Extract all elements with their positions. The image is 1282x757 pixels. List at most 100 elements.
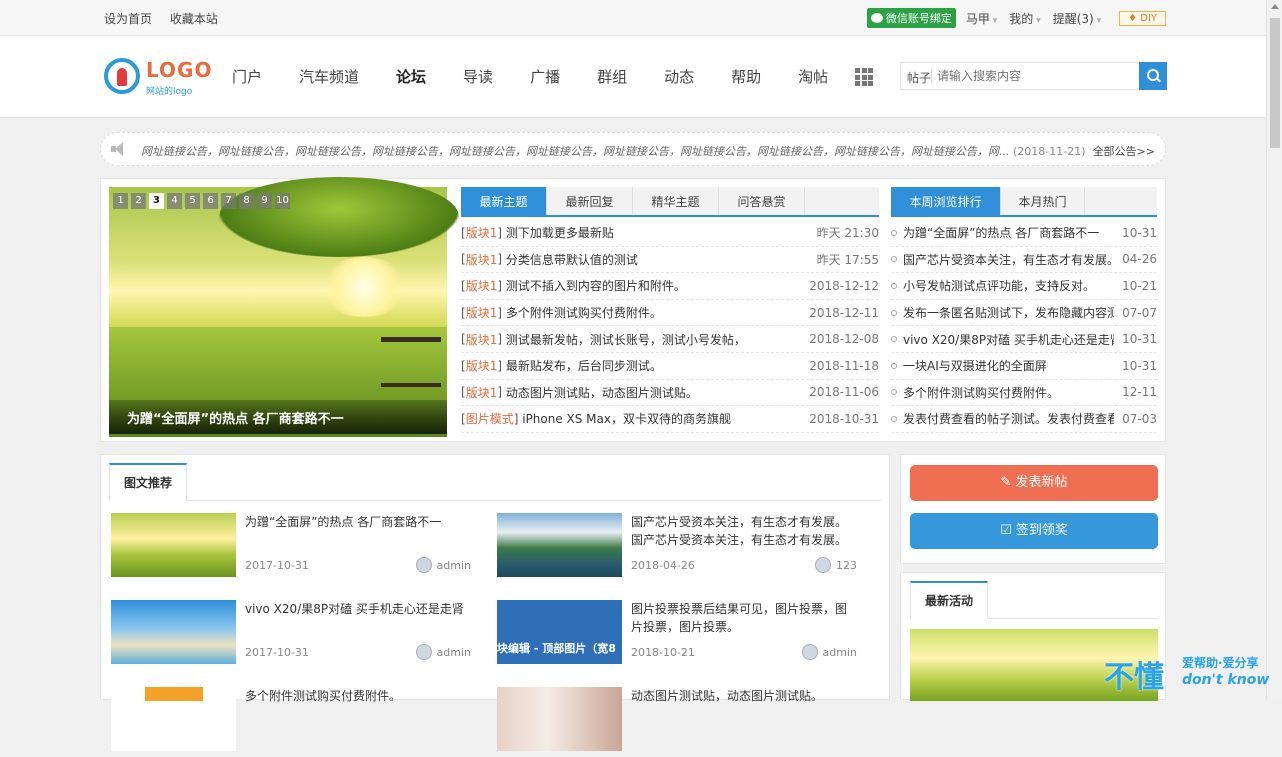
topic-row[interactable]: [图片模式] iPhone XS Max，双卡双待的商务旗舰 2018-10-31 [461,406,879,433]
tab-weekly-ranking[interactable]: 本周浏览排行 [891,187,1001,215]
slider-page[interactable]: 2 [131,193,146,209]
nav-item-guide[interactable]: 导读 [463,66,493,87]
slider-page-active[interactable]: 3 [149,193,164,209]
topic-forum-tag[interactable]: 图片模式 [466,410,514,427]
recommend-item[interactable]: 块编辑 - 顶部图片（宽8 图片投票投票后结果可见，图片投票，图片投票，图片投票… [497,600,857,670]
page-scrollbar[interactable] [1266,0,1282,700]
topic-row[interactable]: [版块1] 多个附件测试购买付费附件。 2018-12-11 [461,300,879,327]
recommend-thumbnail[interactable] [145,687,203,701]
nav-item-help[interactable]: 帮助 [731,66,761,87]
recommend-thumbnail[interactable] [497,513,622,577]
ranking-row[interactable]: 发布一条匿名贴测试下，发布隐藏内容测 07-07 [891,300,1157,327]
topic-forum-tag[interactable]: 版块1 [466,331,498,348]
topic-title[interactable]: iPhone XS Max，双卡双待的商务旗舰 [522,410,801,427]
topic-forum-tag[interactable]: 版块1 [466,304,498,321]
ranking-title[interactable]: 小号发帖测试点评功能，支持反对。 [903,277,1114,294]
ranking-title[interactable]: 一块AI与双摄进化的全面屏 [903,357,1114,374]
search-type-label[interactable]: 帖子 [907,69,931,86]
ranking-title[interactable]: 发表付费查看的帖子测试。发表付费查看 [903,410,1114,427]
ranking-title[interactable]: 多个附件测试购买付费附件。 [903,384,1114,401]
slider-page[interactable]: 4 [167,193,182,209]
topic-title[interactable]: 多个附件测试购买付费附件。 [506,304,801,321]
topic-row[interactable]: [版块1] 最新贴发布，后台同步测试。 2018-11-18 [461,353,879,380]
ranking-title[interactable]: 国产芯片受资本关注，有生态才有发展。 [903,251,1114,268]
recommend-item[interactable]: 多个附件测试购买付费附件。 [111,687,471,757]
tab-monthly-hot[interactable]: 本月热门 [1001,187,1085,215]
diy-button[interactable]: ♦ DIY [1119,10,1166,26]
recommend-title[interactable]: 为蹭“全面屏”的热点 各厂商套路不一 [245,513,465,531]
scroll-up-icon[interactable] [1271,4,1279,9]
slide-caption[interactable]: 为蹭“全面屏”的热点 各厂商套路不一 [109,400,447,434]
topic-row[interactable]: [版块1] 测试最新发帖，测试长账号，测试小号发帖， 2018-12-08 [461,326,879,353]
set-home-link[interactable]: 设为首页 [104,12,152,26]
recommend-thumbnail[interactable] [497,687,622,751]
nav-item-groups[interactable]: 群组 [597,66,627,87]
topic-title[interactable]: 测下加载更多最新贴 [506,224,809,241]
tab-latest-activity[interactable]: 最新活动 [910,581,988,619]
wechat-bind-button[interactable]: 微信账号绑定 [866,8,956,28]
ranking-title[interactable]: 为蹭“全面屏”的热点 各厂商套路不一 [903,224,1114,241]
scrollbar-thumb[interactable] [1270,18,1280,148]
nav-item-broadcast[interactable]: 广播 [530,66,560,87]
topic-forum-tag[interactable]: 版块1 [466,357,498,374]
ranking-row[interactable]: 发表付费查看的帖子测试。发表付费查看 07-03 [891,406,1157,433]
recommend-author[interactable]: admin [801,644,857,660]
ranking-title[interactable]: 发布一条匿名贴测试下，发布隐藏内容测 [903,304,1114,321]
ranking-title[interactable]: vivo X20/果8P对磕 买手机走心还是走肾 [903,331,1114,348]
topic-row[interactable]: [版块1] 测下加载更多最新贴 昨天 21:30 [461,220,879,247]
remind-menu[interactable]: 提醒(3) [1053,10,1101,27]
recommend-title[interactable]: 动态图片测试贴，动态图片测试贴。 [631,687,851,705]
nav-item-collection[interactable]: 淘帖 [798,66,828,87]
bookmark-link[interactable]: 收藏本站 [170,12,218,26]
new-post-button[interactable]: ✎ 发表新帖 [910,465,1158,501]
topic-forum-tag[interactable]: 版块1 [466,384,498,401]
topic-forum-tag[interactable]: 版块1 [466,224,498,241]
sign-in-button[interactable]: ☑ 签到领奖 [910,513,1158,549]
recommend-author[interactable]: 123 [815,557,857,573]
ranking-row[interactable]: 小号发帖测试点评功能，支持反对。 10-21 [891,273,1157,300]
recommend-thumbnail[interactable] [111,600,236,664]
topic-title[interactable]: 分类信息带默认值的测试 [506,251,809,268]
slider-page[interactable]: 10 [275,193,290,209]
slider-page[interactable]: 1 [113,193,128,209]
recommend-title[interactable]: 国产芯片受资本关注，有生态才有发展。国产芯片受资本关注，有生态才有发展。 [631,513,851,549]
user-menu[interactable]: 马甲 [966,10,997,27]
slider-page[interactable]: 8 [239,193,254,209]
all-announcements-link[interactable]: 全部公告>> [1093,143,1155,159]
recommend-item[interactable]: 为蹭“全面屏”的热点 各厂商套路不一 2017-10-31 admin [111,513,471,583]
topic-row[interactable]: [版块1] 测试不插入到内容的图片和附件。 2018-12-12 [461,273,879,300]
search-input[interactable] [937,67,1127,85]
slider-page[interactable]: 7 [221,193,236,209]
topic-forum-tag[interactable]: 版块1 [466,277,498,294]
slider-page[interactable]: 6 [203,193,218,209]
tab-qa-bounty[interactable]: 问答悬赏 [719,187,805,215]
recommend-title[interactable]: vivo X20/果8P对磕 买手机走心还是走肾 [245,600,465,618]
recommend-item[interactable]: vivo X20/果8P对磕 买手机走心还是走肾 2017-10-31 admi… [111,600,471,670]
recommend-item[interactable]: 国产芯片受资本关注，有生态才有发展。国产芯片受资本关注，有生态才有发展。 201… [497,513,857,583]
ranking-row[interactable]: vivo X20/果8P对磕 买手机走心还是走肾 10-31 [891,326,1157,353]
recommend-thumbnail[interactable] [111,513,236,577]
nav-item-forum[interactable]: 论坛 [396,66,426,87]
nav-item-feed[interactable]: 动态 [664,66,694,87]
mine-menu[interactable]: 我的 [1009,10,1040,27]
recommend-author[interactable]: admin [415,644,471,660]
announcement-content[interactable]: 网址链接公告，网址链接公告，网址链接公告，网址链接公告，网址链接公告，网址链接公… [141,145,1009,158]
announcement-text[interactable]: 网址链接公告，网址链接公告，网址链接公告，网址链接公告，网址链接公告，网址链接公… [141,143,1086,159]
topic-title[interactable]: 测试不插入到内容的图片和附件。 [506,277,801,294]
recommend-title[interactable]: 多个附件测试购买付费附件。 [245,687,465,705]
nav-item-auto[interactable]: 汽车频道 [299,66,359,87]
topic-row[interactable]: [版块1] 动态图片测试贴，动态图片测试贴。 2018-11-06 [461,380,879,407]
slider-page[interactable]: 9 [257,193,272,209]
ranking-row[interactable]: 多个附件测试购买付费附件。 12-11 [891,380,1157,407]
slider-page[interactable]: 5 [185,193,200,209]
nav-item-portal[interactable]: 门户 [232,66,262,87]
image-slider[interactable]: 1 2 3 4 5 6 7 8 9 10 为蹭“全面屏”的热点 各厂商套路不一 [109,177,459,437]
topic-title[interactable]: 动态图片测试贴，动态图片测试贴。 [506,384,801,401]
topic-row[interactable]: [版块1] 分类信息带默认值的测试 昨天 17:55 [461,247,879,274]
ranking-row[interactable]: 一块AI与双摄进化的全面屏 10-31 [891,353,1157,380]
recommend-title[interactable]: 图片投票投票后结果可见，图片投票，图片投票，图片投票。 [631,600,851,636]
tab-latest-replies[interactable]: 最新回复 [547,187,633,215]
recommend-item[interactable]: 动态图片测试贴，动态图片测试贴。 [497,687,857,757]
topic-title[interactable]: 测试最新发帖，测试长账号，测试小号发帖， [506,331,801,348]
ranking-row[interactable]: 为蹭“全面屏”的热点 各厂商套路不一 10-31 [891,220,1157,247]
